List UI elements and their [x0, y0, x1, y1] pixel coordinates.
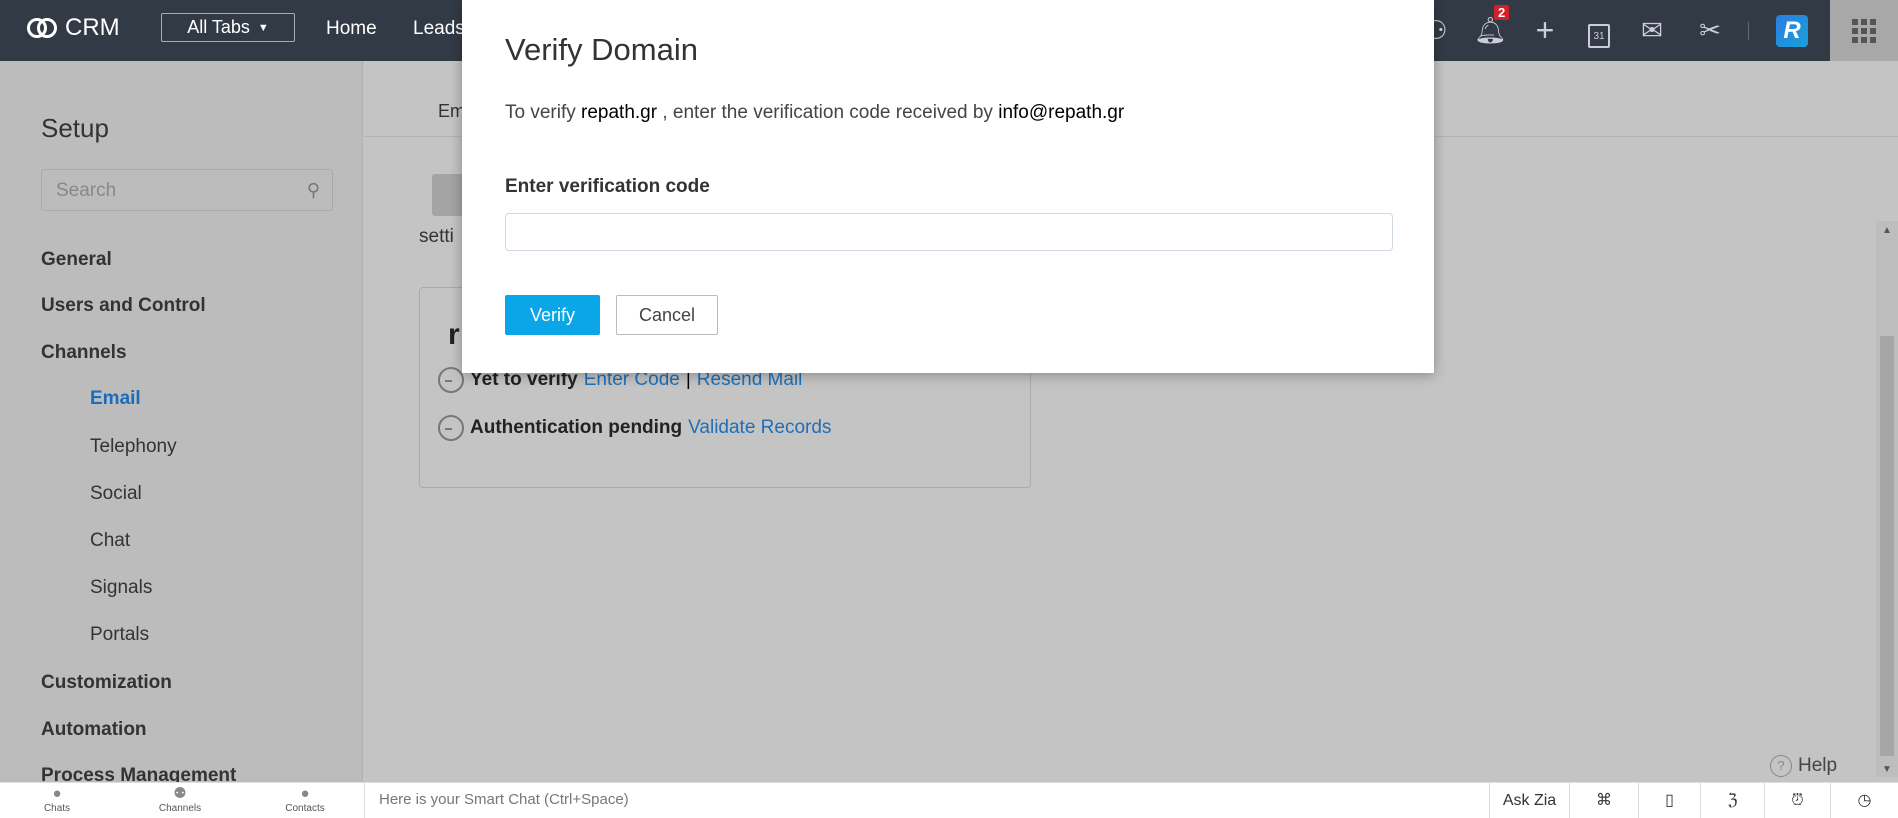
mail-icon[interactable]: ✉	[1636, 14, 1668, 46]
channels-icon: ⚉	[173, 785, 187, 802]
divider	[1748, 22, 1749, 40]
sidebar-item-users-and-control[interactable]: Users and Control	[41, 295, 206, 317]
help-label: Help	[1798, 755, 1838, 776]
search-placeholder: Search	[56, 180, 117, 201]
channels-button[interactable]: ⚉ Channels	[150, 785, 210, 814]
smart-chat-input[interactable]: Here is your Smart Chat (Ctrl+Space)	[364, 783, 1489, 818]
sidebar-item-chat[interactable]: Chat	[90, 530, 130, 552]
ask-zia-button[interactable]: Ask Zia	[1489, 783, 1569, 818]
setup-tools-icon[interactable]: ✂	[1694, 14, 1726, 46]
gamepad-icon[interactable]: ⌘	[1569, 783, 1638, 818]
validate-records-link[interactable]: Validate Records	[688, 417, 831, 439]
sidebar-item-telephony[interactable]: Telephony	[90, 436, 177, 458]
sidebar-item-automation[interactable]: Automation	[41, 719, 147, 741]
caret-down-icon: ▼	[257, 21, 269, 34]
authentication-status: Authentication pending	[470, 417, 683, 438]
nav-leads[interactable]: Leads	[413, 18, 465, 40]
note-icon[interactable]: ▯	[1638, 783, 1700, 818]
alarm-clock-icon[interactable]: ⏰︎	[1764, 783, 1830, 818]
description-middle: , enter the verification code received b…	[657, 102, 999, 123]
notification-badge: 2	[1494, 5, 1510, 20]
apps-grid-icon[interactable]	[1830, 0, 1898, 61]
sidebar-item-email[interactable]: Email	[90, 388, 141, 410]
help-icon: ?	[1770, 755, 1792, 777]
history-icon[interactable]: ◷	[1830, 783, 1898, 818]
bottom-bar: ● Chats ⚉ Channels ● Contacts Here is your …	[0, 782, 1898, 818]
calendar-day: 31	[1588, 24, 1610, 48]
tab-email[interactable]: Em	[438, 101, 465, 122]
authentication-status-row: Authentication pending Validate Records	[438, 415, 831, 441]
scrollbar-thumb[interactable]	[1880, 336, 1894, 756]
chat-bubble-icon: ●	[52, 785, 62, 802]
scroll-down-icon[interactable]: ▼	[1882, 764, 1892, 775]
scroll-up-icon[interactable]: ▲	[1882, 225, 1892, 236]
sidebar-item-general[interactable]: General	[41, 249, 112, 271]
verification-email: info@repath.gr	[998, 102, 1125, 123]
crm-logo-icon	[27, 17, 61, 39]
help-button[interactable]: ? Help	[1770, 755, 1837, 777]
crm-logo-text: CRM	[65, 14, 120, 41]
page-scrollbar[interactable]: ▲ ▼	[1876, 221, 1898, 777]
all-tabs-label: All Tabs	[187, 17, 250, 37]
setup-sidebar: Setup Search ⚲ General Users and Control …	[0, 61, 363, 786]
sidebar-item-channels[interactable]: Channels	[41, 342, 127, 364]
verification-code-input[interactable]	[505, 213, 1393, 251]
nav-home[interactable]: Home	[326, 18, 377, 40]
profile-avatar[interactable]: R	[1776, 15, 1808, 47]
cancel-button[interactable]: Cancel	[616, 295, 718, 335]
description-prefix: To verify	[505, 102, 582, 123]
calendar-icon[interactable]: 31	[1583, 14, 1615, 48]
clock-icon	[438, 367, 464, 393]
chats-button[interactable]: ● Chats	[27, 785, 87, 814]
contacts-button[interactable]: ● Contacts	[275, 785, 335, 814]
verification-code-label: Enter verification code	[505, 176, 710, 197]
plus-icon[interactable]: +	[1529, 14, 1561, 46]
verify-domain-dialog: Verify Domain To verify repath.gr , ente…	[462, 0, 1434, 373]
all-tabs-dropdown[interactable]: All Tabs ▼	[161, 13, 295, 42]
sidebar-item-portals[interactable]: Portals	[90, 624, 149, 646]
domain-card-title: r	[448, 318, 460, 351]
sidebar-item-customization[interactable]: Customization	[41, 672, 172, 694]
contact-person-icon: ●	[300, 785, 310, 802]
contacts-label: Contacts	[285, 803, 325, 814]
channels-label: Channels	[158, 803, 202, 814]
dialog-description: To verify repath.gr , enter the verifica…	[505, 102, 1124, 124]
search-icon[interactable]: ⚲	[307, 180, 320, 201]
verify-button[interactable]: Verify	[505, 295, 600, 335]
domain-name: repath.gr	[581, 102, 658, 123]
clock-icon	[438, 415, 464, 441]
dialog-title: Verify Domain	[505, 32, 698, 67]
sidebar-item-signals[interactable]: Signals	[90, 577, 152, 599]
sidebar-search-input[interactable]: Search ⚲	[41, 169, 333, 211]
sidebar-item-social[interactable]: Social	[90, 483, 142, 505]
sidebar-title: Setup	[41, 113, 109, 143]
crm-logo[interactable]: CRM	[27, 14, 120, 42]
zia-icon[interactable]: ℨ	[1700, 783, 1764, 818]
settings-text: setti	[419, 226, 454, 247]
chats-label: Chats	[43, 803, 71, 814]
